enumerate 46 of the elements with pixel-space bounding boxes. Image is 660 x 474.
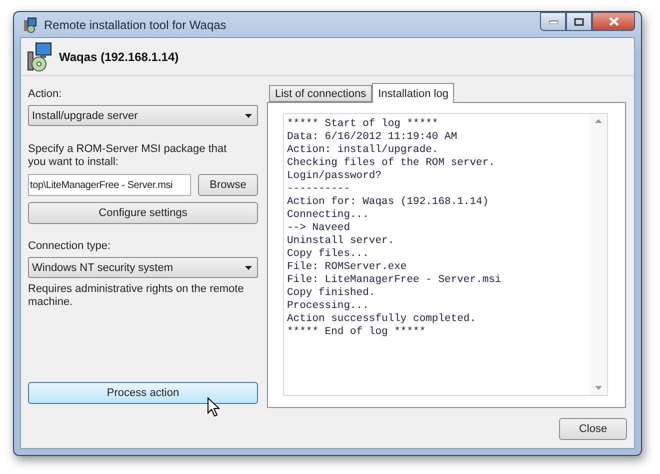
configure-settings-button[interactable]: Configure settings bbox=[28, 202, 258, 224]
log-line: Processing... bbox=[287, 300, 370, 313]
log-line: Checking files of the ROM server. bbox=[287, 157, 496, 170]
computer-name: Waqas (192.168.1.14) bbox=[59, 50, 179, 64]
tab[interactable]: List of connections bbox=[269, 85, 372, 102]
browse-button[interactable]: Browse bbox=[198, 174, 258, 196]
log-line: ***** End of log ***** bbox=[287, 326, 427, 339]
minimize-icon bbox=[548, 20, 558, 24]
scrollbar[interactable] bbox=[590, 114, 607, 395]
log-line: Copy files... bbox=[287, 248, 370, 261]
package-path-field[interactable]: top\LiteManagerFree - Server.msi bbox=[28, 174, 191, 196]
window-title: Remote installation tool for Waqas bbox=[44, 18, 228, 32]
process-action-button[interactable]: Process action bbox=[28, 382, 258, 404]
action-label: Action: bbox=[28, 88, 63, 101]
maximize-button[interactable] bbox=[566, 12, 592, 31]
package-label: Specify a ROM-Server MSI package that you want to install: bbox=[28, 143, 228, 169]
close-window-button[interactable] bbox=[592, 12, 635, 31]
scroll-down-icon bbox=[595, 386, 602, 390]
close-button[interactable]: Close bbox=[559, 418, 627, 440]
action-dropdown[interactable]: Install/upgrade server bbox=[28, 105, 258, 126]
log-line: ***** Start of log ***** bbox=[287, 118, 440, 131]
close-icon bbox=[608, 17, 618, 26]
minimize-button[interactable] bbox=[540, 12, 566, 31]
log-line: Action: install/upgrade. bbox=[287, 144, 440, 157]
computer-disc-icon bbox=[27, 42, 53, 72]
log-line: Copy finished. bbox=[287, 287, 376, 300]
scroll-up-icon bbox=[595, 119, 602, 123]
log-line: ---------- bbox=[287, 183, 352, 196]
dropdown-arrow-icon bbox=[245, 266, 252, 270]
log-line: Data: 6/16/2012 11:19:40 AM bbox=[287, 131, 458, 144]
log-line: --> Naveed bbox=[287, 222, 352, 235]
connection-type-label: Connection type: bbox=[28, 240, 112, 253]
maximize-icon bbox=[574, 18, 584, 26]
connection-note: Requires administrative rights on the remote machine. bbox=[28, 283, 245, 309]
log-line: Connecting... bbox=[287, 209, 370, 222]
log-line: Action for: Waqas (192.168.1.14) bbox=[287, 196, 490, 209]
log-line: Uninstall server. bbox=[287, 235, 396, 248]
log-line: Login/password? bbox=[287, 170, 383, 183]
dropdown-arrow-icon bbox=[245, 114, 252, 118]
log-line: File: LiteManagerFree - Server.msi bbox=[287, 274, 502, 287]
mouse-cursor-icon bbox=[207, 397, 220, 417]
log-line: Action successfully completed. bbox=[287, 313, 478, 326]
tab[interactable]: Installation log bbox=[372, 83, 454, 103]
app-icon bbox=[22, 16, 38, 32]
connection-type-dropdown[interactable]: Windows NT security system bbox=[28, 257, 258, 278]
log-line: File: ROMServer.exe bbox=[287, 261, 408, 274]
